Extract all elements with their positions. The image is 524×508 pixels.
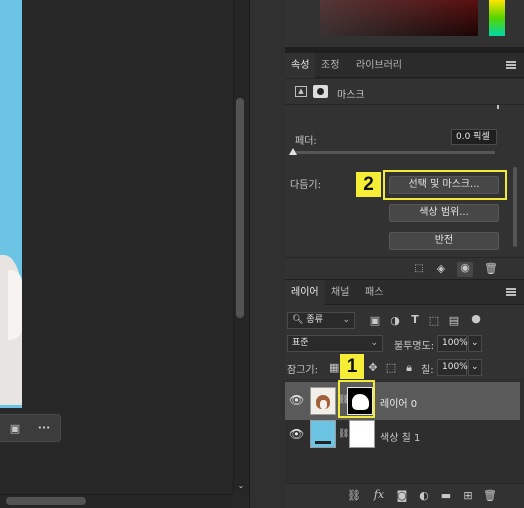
chain-link-icon[interactable]: ⛓︎ [338, 428, 349, 440]
scroll-indicator [497, 105, 499, 109]
layers-footer: ⛓︎ fx ◙ ◐ ▬ ⊞ 🗑 [285, 483, 524, 508]
highlight-box-select-mask [383, 170, 507, 200]
feather-slider-handle[interactable] [289, 148, 297, 155]
highlight-box-layer-mask [338, 380, 375, 418]
color-field[interactable] [320, 0, 478, 36]
new-layer-icon[interactable]: ⊞ [461, 490, 475, 502]
contextual-task-bar: ▣ ··· [0, 414, 61, 442]
canvas-image [0, 0, 22, 408]
blend-mode-value: 표준 [292, 338, 309, 348]
layer-mask-thumbnail[interactable] [349, 420, 375, 448]
pixel-mask-icon[interactable]: ▲ [295, 86, 307, 97]
add-mask-icon[interactable]: ◙ [395, 490, 409, 502]
delete-mask-icon[interactable]: 🗑 [484, 263, 498, 275]
adjustment-layer-icon[interactable]: ◐ [417, 490, 431, 502]
filter-adjustment-icon[interactable]: ◑ [389, 315, 401, 327]
refine-label: 다듬기: [290, 180, 321, 191]
load-selection-icon[interactable]: ⬚ [413, 263, 425, 275]
opacity-dropdown-icon[interactable]: ⌄ [468, 335, 482, 352]
layer-style-icon[interactable]: fx [371, 489, 387, 501]
horizontal-scroll-thumb[interactable] [6, 497, 86, 505]
vertical-scroll-thumb[interactable] [236, 98, 244, 318]
visibility-eye-icon[interactable]: 👁︎ [289, 428, 304, 440]
properties-footer: ⬚ ◈ ◉ 🗑 [285, 257, 524, 279]
delete-layer-icon[interactable]: 🗑 [483, 490, 497, 502]
tab-paths[interactable]: 패스 [359, 280, 389, 305]
hue-slider[interactable] [489, 0, 505, 36]
mask-icon[interactable]: ▣ [8, 423, 22, 435]
properties-tabbar: 속성 조정 라이브러리 [285, 53, 524, 78]
layer-thumbnail[interactable] [310, 387, 336, 415]
visibility-eye-icon[interactable]: ◉ [457, 262, 473, 277]
fill-color-thumbnail[interactable] [310, 420, 336, 448]
callout-2: 2 [356, 172, 381, 197]
filter-kind-label: 종류 [306, 315, 323, 325]
tab-properties[interactable]: 속성 [285, 53, 316, 78]
filter-type-icon[interactable]: T [409, 314, 421, 326]
fill-input[interactable]: 100% [437, 359, 468, 376]
fill-dropdown-icon[interactable]: ⌄ [468, 359, 482, 376]
invert-button[interactable]: 반전 [389, 232, 499, 250]
feather-input[interactable]: 0.0 픽셀 [451, 129, 497, 145]
link-layers-icon[interactable]: ⛓︎ [347, 490, 361, 502]
chevron-down-icon: ⌄ [342, 315, 350, 325]
layers-tabbar: 레이어 채널 패스 [285, 280, 524, 305]
opacity-label: 불투명도: [394, 341, 435, 352]
visibility-eye-icon[interactable]: 👁︎ [289, 394, 304, 406]
tab-adjustments[interactable]: 조정 [315, 53, 345, 78]
apply-mask-icon[interactable]: ◈ [435, 263, 447, 275]
fill-label: 칠: [421, 365, 434, 376]
layers-menu-icon[interactable] [506, 288, 516, 296]
panel-menu-icon[interactable] [506, 61, 516, 69]
vector-mask-icon[interactable] [313, 85, 328, 98]
layer-name[interactable]: 레이어 0 [380, 395, 417, 410]
callout-1: 1 [340, 354, 364, 379]
filter-shape-icon[interactable]: ⬚ [428, 315, 440, 327]
lock-all-icon[interactable]: 🔒︎ [403, 362, 415, 374]
layers-controls: 🔍︎ 종류 ⌄ ▣ ◑ T ⬚ ▤ ● 표준 ⌄ 불투명도: 100% ⌄ 잠그… [285, 305, 524, 379]
layer-row-0[interactable]: 👁︎ ⛓︎ 레이어 0 [285, 382, 520, 420]
search-icon: 🔍︎ [292, 315, 304, 325]
tab-channels[interactable]: 채널 [325, 280, 355, 305]
lock-move-icon[interactable]: ✥ [367, 362, 379, 374]
properties-header: ▲ 마스크 [285, 79, 524, 105]
chevron-down-icon: ⌄ [370, 338, 378, 348]
tab-libraries[interactable]: 라이브러리 [350, 53, 408, 78]
opacity-input[interactable]: 100% [437, 335, 468, 352]
lock-artboard-icon[interactable]: ⬚ [385, 362, 397, 374]
layer-filter-dropdown[interactable]: 🔍︎ 종류 ⌄ [287, 312, 355, 329]
blend-mode-dropdown[interactable]: 표준 ⌄ [287, 335, 383, 352]
panel-dock-gutter [249, 0, 285, 508]
lock-transparent-icon[interactable]: ▦ [329, 362, 339, 374]
tab-layers[interactable]: 레이어 [285, 280, 325, 305]
feather-label: 페더: [295, 136, 317, 147]
layer-row-1[interactable]: 👁︎ ⛓︎ 색상 칠 1 [285, 420, 520, 458]
lock-label: 잠그기: [287, 365, 318, 376]
properties-scrollbar[interactable] [513, 167, 517, 247]
layer-name[interactable]: 색상 칠 1 [380, 429, 420, 444]
more-options-button[interactable]: ··· [36, 422, 52, 434]
filter-toggle-icon[interactable]: ● [471, 313, 481, 325]
feather-slider-track[interactable] [293, 151, 495, 154]
filter-smart-object-icon[interactable]: ▤ [448, 315, 460, 327]
scroll-down-arrow-icon[interactable]: ⌄ [236, 480, 246, 492]
filter-pixel-icon[interactable]: ▣ [369, 315, 381, 327]
color-range-button[interactable]: 색상 범위... [389, 204, 499, 222]
mask-label: 마스크 [337, 90, 365, 101]
new-group-icon[interactable]: ▬ [439, 490, 453, 502]
